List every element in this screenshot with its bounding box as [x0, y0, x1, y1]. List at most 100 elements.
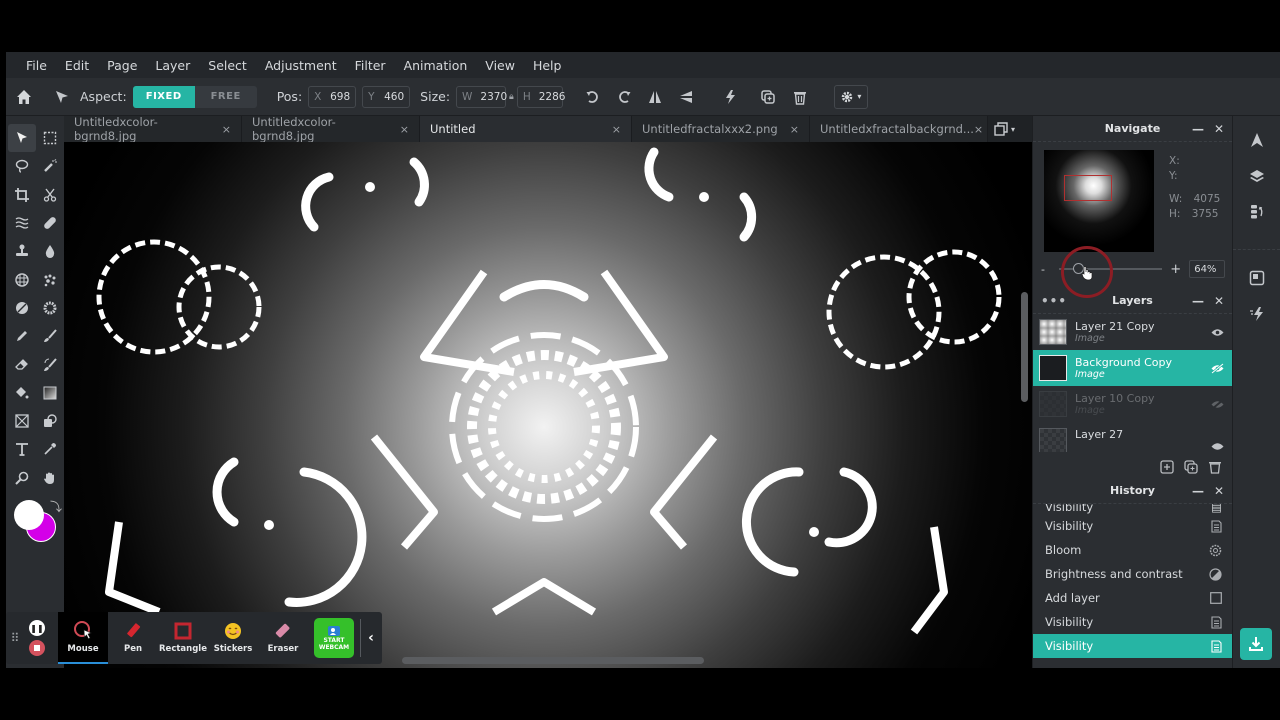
recorder-rectangle-tool[interactable]: Rectangle	[158, 612, 208, 664]
menu-adjustment[interactable]: Adjustment	[265, 58, 337, 73]
tab-document-3[interactable]: Untitled ×	[420, 116, 632, 142]
tab-document-4[interactable]: Untitledfractalxxx2.png ×	[632, 116, 810, 142]
tab-document-1[interactable]: Untitledxcolor-bgrnd8.jpg ×	[64, 115, 242, 143]
blur-tool[interactable]	[36, 237, 64, 265]
aspect-fixed-button[interactable]: FIXED	[132, 85, 195, 108]
horizontal-scrollbar[interactable]	[402, 657, 704, 664]
recorder-mouse-tool[interactable]: Mouse	[58, 612, 108, 664]
menu-select[interactable]: Select	[208, 58, 247, 73]
eye-hidden-icon[interactable]	[1211, 398, 1224, 410]
menu-edit[interactable]: Edit	[65, 58, 89, 73]
pos-x-input[interactable]: X 698	[308, 85, 357, 108]
layer-row[interactable]: Layer 21 Copy Image	[1033, 314, 1232, 350]
sponge-tool[interactable]	[36, 294, 64, 322]
history-item[interactable]: Visibility	[1033, 610, 1232, 634]
dodge-burn-tool[interactable]	[8, 294, 36, 322]
text-tool[interactable]	[8, 435, 36, 463]
image-canvas[interactable]	[64, 142, 1032, 668]
recorder-eraser-tool[interactable]: Eraser	[258, 612, 308, 664]
quick-action-icon[interactable]	[718, 85, 742, 109]
quick-actions-panel-icon[interactable]	[1233, 296, 1280, 332]
shape-tool[interactable]	[36, 407, 64, 435]
delete-icon[interactable]	[788, 85, 812, 109]
aspect-free-button[interactable]: FREE	[195, 86, 257, 108]
size-h-input[interactable]: H 2286	[516, 85, 565, 108]
download-button[interactable]	[1240, 628, 1272, 660]
close-icon[interactable]: ✕	[1214, 294, 1224, 308]
move-arrow-icon[interactable]	[50, 85, 74, 109]
eraser-tool[interactable]	[8, 350, 36, 378]
collapse-toolbar-button[interactable]: ‹	[361, 630, 381, 646]
flip-vertical-icon[interactable]	[674, 85, 698, 109]
home-icon[interactable]	[12, 85, 36, 109]
settings-dropdown[interactable]: ▾	[833, 84, 868, 109]
zoom-tool[interactable]	[8, 464, 36, 492]
close-icon[interactable]: ✕	[1214, 122, 1224, 136]
heal-tool[interactable]	[36, 209, 64, 237]
menu-filter[interactable]: Filter	[355, 58, 386, 73]
start-webcam-button[interactable]: START WEBCAM	[314, 618, 354, 658]
fullscreen-panel-icon[interactable]	[1233, 260, 1280, 296]
eye-icon[interactable]	[1211, 328, 1224, 337]
delete-layer-icon[interactable]	[1208, 460, 1222, 474]
lasso-tool[interactable]	[8, 152, 36, 180]
eyedropper-tool[interactable]	[36, 435, 64, 463]
history-item[interactable]: Add layer	[1033, 586, 1232, 610]
zoom-value-input[interactable]: 64%	[1189, 260, 1225, 278]
foreground-color-swatch[interactable]	[14, 500, 44, 530]
particles-tool[interactable]	[36, 265, 64, 293]
clone-stamp-tool[interactable]	[8, 237, 36, 265]
duplicate-icon[interactable]	[756, 85, 780, 109]
rotate-right-icon[interactable]	[612, 85, 636, 109]
pattern-tool[interactable]	[8, 265, 36, 293]
layer-row-selected[interactable]: Background Copy Image	[1033, 350, 1232, 386]
cut-tool[interactable]	[36, 181, 64, 209]
eye-icon[interactable]	[1211, 442, 1224, 451]
layer-row[interactable]: Layer 10 Copy Image	[1033, 386, 1232, 422]
recorder-pen-tool[interactable]: Pen	[108, 612, 158, 664]
pause-recording-button[interactable]: ❚❚	[29, 620, 45, 636]
zoom-out-button[interactable]: -	[1041, 263, 1045, 276]
tab-document-5[interactable]: Untitledxfractalbackgrnd... ×	[810, 116, 988, 142]
close-icon[interactable]: ×	[790, 123, 799, 136]
flip-horizontal-icon[interactable]	[643, 85, 667, 109]
magic-wand-tool[interactable]	[36, 152, 64, 180]
size-w-input[interactable]: W 2370	[456, 85, 507, 108]
select-arrow-tool[interactable]	[8, 124, 36, 153]
paint-bucket-tool[interactable]	[8, 379, 36, 407]
hand-tool[interactable]	[36, 464, 64, 492]
history-item[interactable]: Brightness and contrast	[1033, 562, 1232, 586]
marquee-tool[interactable]	[36, 124, 64, 152]
close-icon[interactable]: ×	[612, 123, 621, 136]
menu-animation[interactable]: Animation	[404, 58, 468, 73]
menu-layer[interactable]: Layer	[155, 58, 190, 73]
history-panel-icon[interactable]	[1233, 194, 1280, 230]
brush-tool[interactable]	[36, 322, 64, 350]
more-options-icon[interactable]: •••	[1041, 294, 1067, 308]
tab-document-2[interactable]: Untitledxcolor-bgrnd8.jpg ×	[242, 115, 420, 143]
zoom-in-button[interactable]: +	[1170, 262, 1181, 277]
rotate-left-icon[interactable]	[581, 85, 605, 109]
viewport-rectangle[interactable]	[1064, 175, 1112, 201]
duplicate-layer-icon[interactable]	[1184, 460, 1198, 474]
close-icon[interactable]: ×	[222, 123, 231, 136]
minimize-icon[interactable]: —	[1192, 294, 1204, 308]
swap-colors-icon[interactable]: ⤵	[50, 498, 62, 515]
crop-tool[interactable]	[8, 181, 36, 209]
vertical-scrollbar[interactable]	[1021, 292, 1028, 402]
tab-arrange-dropdown[interactable]: ▾	[988, 116, 1015, 142]
drag-handle-icon[interactable]: ⠿	[6, 631, 24, 645]
smart-brush-tool[interactable]	[36, 350, 64, 378]
history-item[interactable]: Visibility ▤	[1033, 504, 1232, 514]
add-layer-icon[interactable]	[1160, 460, 1174, 474]
zoom-slider[interactable]	[1058, 263, 1163, 274]
history-item-selected[interactable]: Visibility	[1033, 634, 1232, 658]
liquify-tool[interactable]	[8, 209, 36, 237]
gradient-tool[interactable]	[36, 379, 64, 407]
lock-aspect-icon[interactable]: 🔒︎	[509, 92, 514, 102]
place-image-tool[interactable]	[8, 407, 36, 435]
menu-help[interactable]: Help	[533, 58, 562, 73]
menu-file[interactable]: File	[26, 58, 47, 73]
close-icon[interactable]: ✕	[1214, 484, 1224, 498]
layer-row[interactable]: Layer 27	[1033, 422, 1232, 452]
